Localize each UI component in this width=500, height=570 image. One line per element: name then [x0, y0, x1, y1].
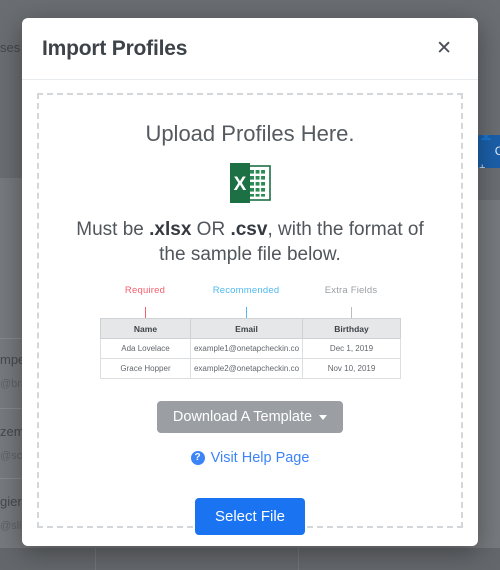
backdrop-list-item-0-name: ses [0, 40, 21, 55]
backdrop-list-item-2-handle: @sci [0, 450, 25, 462]
backdrop-footer-region [0, 548, 500, 570]
cell-name: Ada Lovelace [100, 338, 191, 360]
column-header-birthday: Birthday [302, 318, 401, 340]
annotation-required: Required [124, 285, 166, 297]
cell-email: example2@onetapcheckin.co [190, 358, 303, 380]
sample-table-section: Required Recommended Extra Fields Name E… [100, 285, 401, 380]
sample-table: Name Email Birthday Ada Lovelace example… [100, 318, 401, 380]
column-header-name: Name [100, 318, 191, 340]
tick-required [144, 307, 146, 319]
annotation-ticks [100, 307, 400, 319]
visit-help-page-link[interactable]: ? Visit Help Page [190, 450, 310, 467]
page-title: Import Profiles [42, 36, 188, 60]
table-row: Grace Hopper example2@onetapcheckin.co N… [100, 358, 401, 380]
cell-email: example1@onetapcheckin.co [190, 338, 303, 360]
svg-text:X: X [234, 174, 247, 195]
backdrop-footer-divider [298, 548, 299, 570]
backdrop-list-item-2-name: zem [0, 424, 25, 439]
backdrop-add-person-button[interactable]: 👤+ C [477, 135, 500, 168]
question-circle-icon: ? [190, 451, 205, 466]
annotation-extra-fields: Extra Fields [324, 285, 378, 297]
backdrop-footer-divider [95, 548, 96, 570]
cell-name: Grace Hopper [100, 358, 191, 380]
table-header-row: Name Email Birthday [100, 318, 401, 340]
cell-birthday: Dec 1, 2019 [302, 338, 401, 360]
dropzone-heading: Upload Profiles Here. [145, 121, 355, 146]
modal-header: Import Profiles ✕ [22, 18, 478, 80]
cell-birthday: Nov 10, 2019 [302, 358, 401, 380]
dropzone-description: Must be .xlsx OR .csv, with the format o… [62, 217, 438, 267]
format-xlsx: .xlsx [149, 219, 192, 240]
desc-middle: OR [191, 219, 231, 240]
tick-recommended [245, 307, 247, 319]
close-icon[interactable]: ✕ [432, 37, 456, 60]
backdrop-add-person-label: C [494, 144, 500, 158]
excel-file-icon: X [228, 163, 272, 203]
tick-extra-fields [350, 307, 352, 319]
format-csv: .csv [230, 219, 268, 240]
column-header-email: Email [190, 318, 303, 340]
caret-down-icon [319, 414, 328, 420]
download-template-label: Download A Template [172, 409, 313, 426]
download-template-button[interactable]: Download A Template [156, 401, 344, 434]
backdrop-list-item-3-name: gier [0, 494, 22, 509]
import-profiles-modal: Import Profiles ✕ Upload Profiles Here. … [22, 18, 478, 546]
person-add-icon: 👤+ [479, 135, 493, 168]
visit-help-page-label: Visit Help Page [210, 450, 310, 467]
column-annotations: Required Recommended Extra Fields [100, 285, 400, 307]
table-row: Ada Lovelace example1@onetapcheckin.co D… [100, 338, 401, 360]
select-file-button[interactable]: Select File [194, 498, 306, 536]
desc-prefix: Must be [76, 219, 150, 240]
file-dropzone[interactable]: Upload Profiles Here. X Must be .xlsx OR… [37, 93, 463, 536]
annotation-recommended: Recommended [212, 285, 280, 297]
